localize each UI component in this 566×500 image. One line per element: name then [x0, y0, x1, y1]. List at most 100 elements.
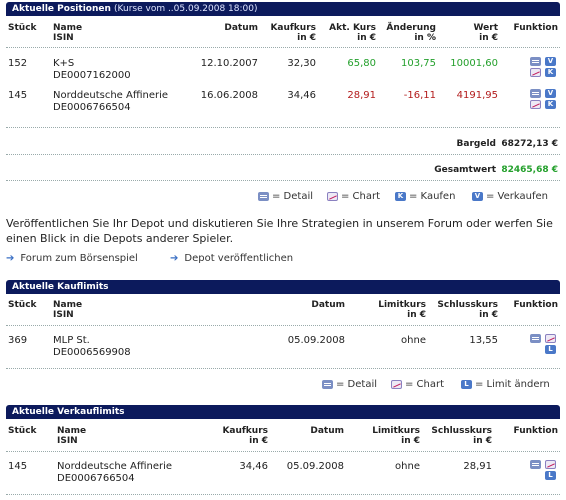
col-akt-kurs: Akt. Kurs [329, 23, 376, 33]
kl-row1-isin: DE0006569908 [53, 347, 131, 358]
vl-col-funktion: Funktion [513, 426, 558, 436]
row1-akt-kurs: 65,80 [347, 58, 376, 69]
vl-col-limitkurs: Limitkurs [372, 426, 420, 436]
col-funktion: Funktion [513, 23, 558, 33]
row2-wert: 4191,95 [456, 90, 498, 101]
row1-wert: 10001,60 [450, 58, 498, 69]
vl-row1-isin: DE0006766504 [57, 473, 135, 484]
row1-chart-icon[interactable] [530, 68, 541, 77]
forum-link[interactable]: ➔ Forum zum Börsenspiel [6, 253, 138, 265]
positions-title: Aktuelle Positionen [12, 4, 111, 14]
kl-legend-limit-icon: L [461, 380, 472, 389]
kl-legend-chart: = Chart [405, 379, 445, 390]
vl-col-name: Name [57, 426, 87, 436]
col-stueck: Stück [8, 23, 37, 33]
kl-col-schlusskurs-unit: in € [479, 310, 498, 320]
kl-col-limitkurs-unit: in € [407, 310, 426, 320]
kl-legend-detail-icon [322, 380, 333, 389]
vl-row1-datum: 05.09.2008 [286, 461, 344, 472]
kauflimits-title: Aktuelle Kauflimits [12, 282, 109, 292]
kauflimits-row-divider [6, 368, 560, 369]
col-datum: Datum [224, 23, 258, 33]
kl-col-limitkurs: Limitkurs [378, 300, 426, 310]
vl-row1-chart-icon[interactable] [545, 460, 556, 469]
row2-chart-icon[interactable] [530, 100, 541, 109]
row2-name: Norddeutsche Affinerie [53, 90, 169, 101]
legend-chart-icon [327, 192, 338, 201]
kl-col-funktion: Funktion [513, 300, 558, 310]
vl-row1-limitkurs: ohne [395, 461, 420, 472]
kauflimits-header: Aktuelle Kauflimits [6, 280, 560, 294]
col-wert: Wert [473, 23, 498, 33]
bargeld-divider [6, 154, 560, 155]
col-aenderung: Änderung [386, 23, 436, 33]
legend-kaufen: = Kaufen [409, 191, 456, 202]
row2-akt-kurs: 28,91 [347, 90, 376, 101]
legend-detail-icon [258, 192, 269, 201]
vl-col-kaufkurs: Kaufkurs [222, 426, 268, 436]
row2-kaufen-icon[interactable]: K [545, 100, 556, 109]
kl-col-stueck: Stück [8, 300, 37, 310]
col-isin: ISIN [53, 33, 74, 43]
row1-datum: 12.10.2007 [200, 58, 258, 69]
row1-isin: DE0007162000 [53, 70, 131, 81]
kl-row1-limitkurs: ohne [401, 335, 426, 346]
kl-row1-detail-icon[interactable] [530, 334, 541, 343]
kauflimits-divider [6, 325, 560, 326]
col-name: Name [53, 23, 83, 33]
kl-row1-schlusskurs: 13,55 [469, 335, 498, 346]
positions-note: (Kurse vom ..05.09.2008 18:00) [114, 4, 258, 14]
row1-detail-icon[interactable] [530, 57, 541, 66]
vl-row1-detail-icon[interactable] [530, 460, 541, 469]
row2-kaufkurs: 34,46 [287, 90, 316, 101]
kl-legend-limit: = Limit ändern [475, 379, 550, 390]
legend-chart: = Chart [341, 191, 381, 202]
positions-header: Aktuelle Positionen (Kurse vom ..05.09.2… [6, 2, 560, 16]
col-akt-kurs-unit: in € [357, 33, 376, 43]
positions-divider [6, 47, 560, 48]
vl-col-limitkurs-unit: in € [401, 436, 420, 446]
row2-stueck: 145 [8, 90, 28, 101]
col-kaufkurs-unit: in € [297, 33, 316, 43]
row1-name: K+S [53, 58, 75, 69]
verkauflimits-title: Aktuelle Verkauflimits [12, 407, 125, 417]
forum-link-label: Forum zum Börsenspiel [20, 253, 138, 264]
arrow-right-icon: ➔ [170, 253, 179, 264]
kl-col-datum: Datum [311, 300, 345, 310]
verkauflimits-row-divider [6, 494, 560, 495]
depot-publish-text: Veröffentlichen Sie Ihr Depot und diskut… [6, 217, 553, 245]
legend-verkaufen: = Verkaufen [486, 191, 548, 202]
gesamtwert-value: 82465,68 € [501, 165, 558, 175]
kl-row1-stueck: 369 [8, 335, 28, 346]
row1-kaufen-icon[interactable]: K [545, 68, 556, 77]
col-aenderung-unit: in % [414, 33, 436, 43]
row1-stueck: 152 [8, 58, 28, 69]
row2-sell-icon[interactable]: V [545, 89, 556, 98]
row2-detail-icon[interactable] [530, 89, 541, 98]
gesamtwert-label: Gesamtwert [434, 165, 496, 175]
kl-legend-detail: = Detail [336, 379, 378, 390]
kl-col-isin: ISIN [53, 310, 74, 320]
arrow-right-icon: ➔ [6, 253, 15, 264]
row1-buy-icon[interactable]: V [545, 57, 556, 66]
col-wert-unit: in € [479, 33, 498, 43]
verkauflimits-header: Aktuelle Verkauflimits [6, 405, 560, 419]
bargeld-value: 68272,13 € [501, 139, 558, 149]
legend-detail: = Detail [272, 191, 314, 202]
vl-row1-stueck: 145 [8, 461, 28, 472]
vl-col-schlusskurs: Schlusskurs [431, 426, 492, 436]
publish-depot-link[interactable]: ➔ Depot veröffentlichen [170, 253, 293, 265]
kl-row1-name: MLP St. [53, 335, 90, 346]
row2-datum: 16.06.2008 [200, 90, 258, 101]
vl-col-stueck: Stück [8, 426, 37, 436]
kl-row1-limit-icon[interactable]: L [545, 345, 556, 354]
kl-row1-chart-icon[interactable] [545, 334, 556, 343]
vl-col-schlusskurs-unit: in € [473, 436, 492, 446]
vl-row1-schlusskurs: 28,91 [463, 461, 492, 472]
kl-row1-datum: 05.09.2008 [287, 335, 345, 346]
bargeld-label: Bargeld [456, 139, 496, 149]
publish-depot-link-label: Depot veröffentlichen [184, 253, 294, 264]
vl-row1-limit-icon[interactable]: L [545, 471, 556, 480]
gesamtwert-divider [6, 180, 560, 181]
vl-col-datum: Datum [310, 426, 344, 436]
